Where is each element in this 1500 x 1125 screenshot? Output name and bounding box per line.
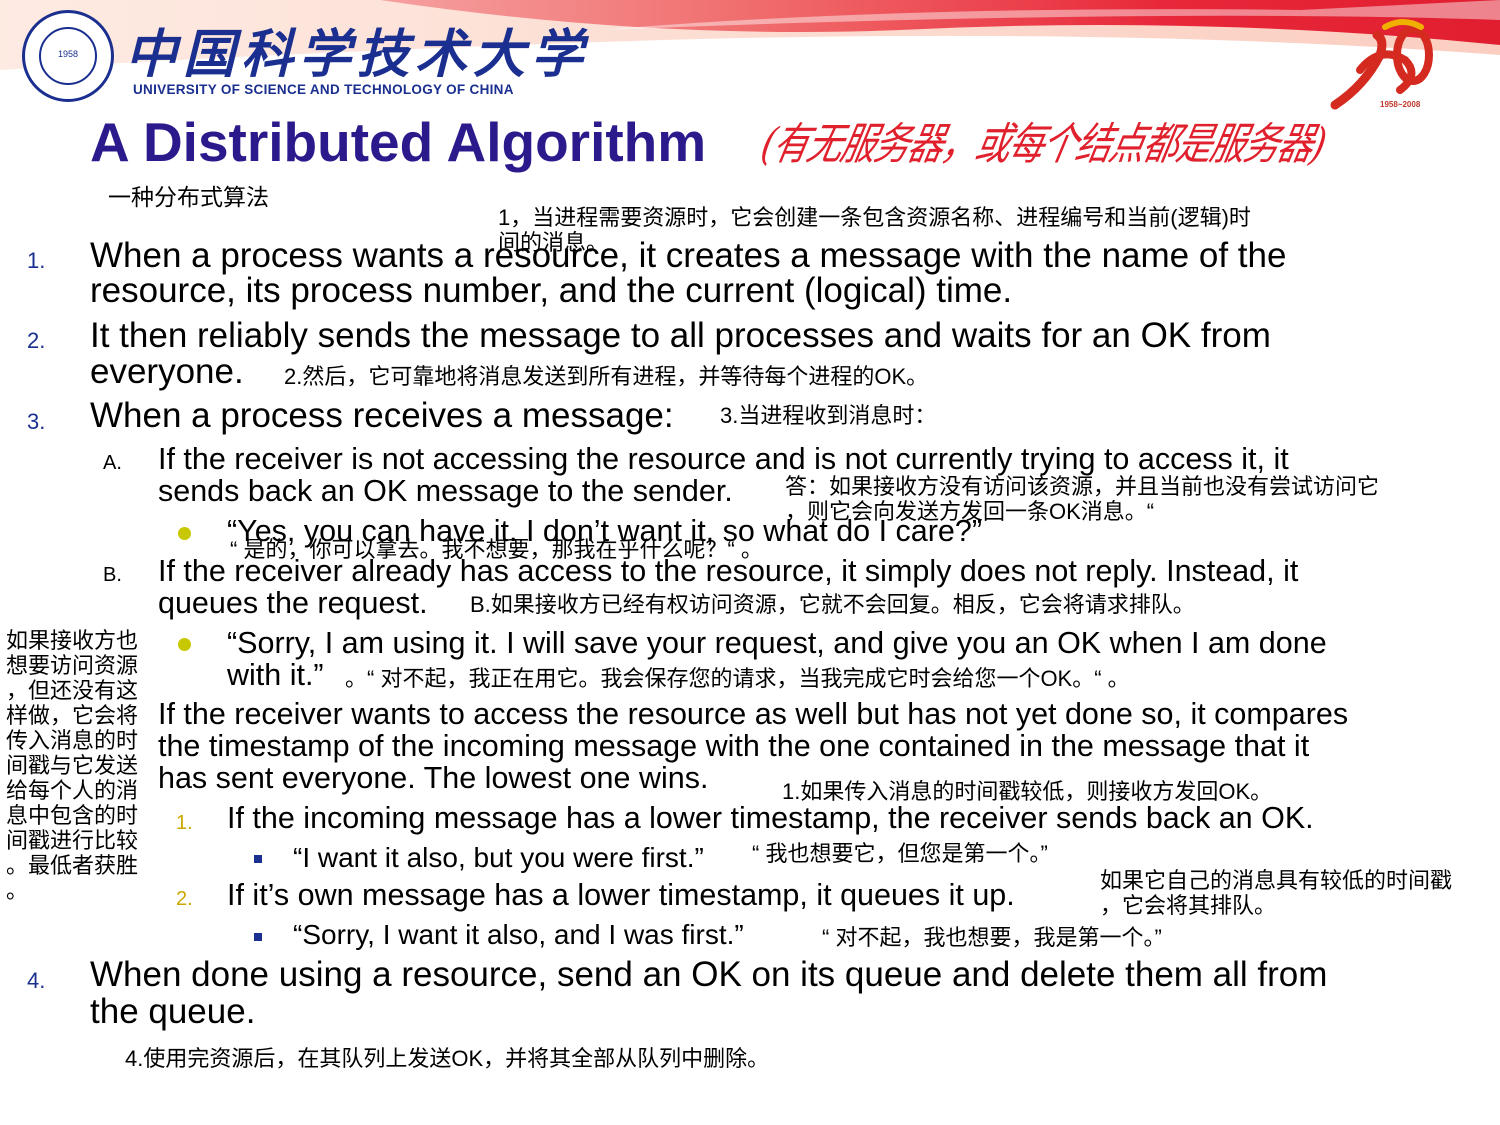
step3c1-number: 1.: [176, 812, 193, 834]
step3a-note-cn-line1: 答：如果接收方没有访问该资源，并且当前也没有尝试访问它: [785, 474, 1380, 499]
left-note-line: 。最低者获胜: [6, 853, 139, 878]
step2-number: 2.: [27, 328, 46, 353]
step4-line2: the queue.: [90, 992, 256, 1031]
step3b-quote-line1: “Sorry, I am using it. I will save your …: [227, 626, 1327, 660]
step3a-line1: If the receiver is not accessing the res…: [158, 442, 1289, 476]
step3c2-note-cn-line2: ，它会将其排队。: [1100, 893, 1277, 918]
logo-inner-ring: 1958: [39, 27, 97, 85]
bullet-dot: [178, 638, 191, 651]
step3c1-quote: “I want it also, but you were first.”: [293, 842, 704, 873]
left-note-line: 传入消息的时: [6, 728, 139, 753]
step1-number: 1.: [27, 248, 46, 273]
step3c2-quote: “Sorry, I want it also, and I was first.…: [293, 919, 744, 950]
left-note-line: ，但还没有这: [6, 678, 139, 703]
logo-year: 1958: [57, 49, 79, 59]
bullet-dot: [178, 527, 191, 540]
step2-note-cn: 2.然后，它可靠地将消息发送到所有进程，并等待每个进程的OK。: [284, 364, 929, 389]
bullet-square: [254, 933, 262, 941]
left-note-line: 。: [6, 878, 29, 903]
step3-number: 3.: [27, 409, 46, 434]
subtitle-cn: 一种分布式算法: [108, 184, 269, 210]
step4-number: 4.: [27, 968, 46, 993]
slide-title: A Distributed Algorithm: [90, 111, 707, 173]
step1-note-cn-line1: 1，当进程需要资源时，它会创建一条包含资源名称、进程编号和当前(逻辑)时: [498, 205, 1251, 230]
step3c-line2: the timestamp of the incoming message wi…: [158, 729, 1310, 763]
step2-line2: everyone.: [90, 352, 244, 391]
step4-line1: When done using a resource, send an OK o…: [90, 955, 1328, 994]
step3a-line2: sends back an OK message to the sender.: [158, 474, 733, 508]
step1-line2: resource, its process number, and the cu…: [90, 271, 1013, 310]
step3c-left-note-cn: 如果接收方也 想要访问资源 ，但还没有这 样做，它会将 传入消息的时 间戳与它发…: [6, 628, 138, 903]
step3b-label: B.: [103, 564, 122, 586]
left-note-line: 给每个人的消: [6, 778, 139, 803]
university-name-cn: 中国科学技术大学: [125, 24, 590, 85]
step3c-line3: has sent everyone. The lowest one wins.: [158, 761, 709, 795]
handwritten-note: (有无服务器，或每个结点都是服务器): [756, 119, 1330, 170]
university-name-en: UNIVERSITY OF SCIENCE AND TECHNOLOGY OF …: [133, 82, 514, 97]
step4-note-cn: 4.使用完资源后，在其队列上发送OK，并将其全部从队列中删除。: [125, 1046, 770, 1071]
step3c2-note-cn-line1: 如果它自己的消息具有较低的时间戳: [1100, 868, 1453, 893]
bullet-square: [254, 855, 262, 863]
university-logo: 1958: [22, 10, 114, 102]
step1-line1: When a process wants a resource, it crea…: [90, 236, 1287, 275]
step3c1-quote-cn: “ 我也想要它，但您是第一个。”: [752, 841, 1048, 866]
left-note-line: 样做，它会将: [6, 703, 139, 728]
left-note-line: 息中包含的时: [6, 803, 139, 828]
left-note-line: 间戳进行比较: [6, 828, 139, 853]
step3b-line2: queues the request.: [158, 586, 428, 620]
step3-line1: When a process receives a message:: [90, 396, 674, 435]
step3c2-quote-cn: “ 对不起，我也想要，我是第一个。”: [822, 925, 1162, 950]
left-note-line: 想要访问资源: [6, 653, 139, 678]
step3c1-line: If the incoming message has a lower time…: [227, 801, 1314, 835]
step3c2-number: 2.: [176, 888, 193, 910]
step2-line1: It then reliably sends the message to al…: [90, 316, 1271, 355]
step3c2-line: If it’s own message has a lower timestam…: [227, 878, 1015, 912]
step3b-quote-cn: 。“ 对不起，我正在用它。我会保存您的请求，当我完成它时会给您一个OK。“ 。: [345, 666, 1130, 691]
left-note-line: 间戳与它发送: [6, 753, 139, 778]
step3b-note-cn: B.如果接收方已经有权访问资源，它就不会回复。相反，它会将请求排队。: [470, 592, 1195, 617]
left-note-line: 如果接收方也: [6, 628, 139, 653]
step3b-line1: If the receiver already has access to th…: [158, 554, 1299, 588]
anniversary-years: 1958~2008: [1380, 100, 1421, 109]
step3b-quote-line2: with it.”: [227, 658, 324, 692]
step3a-label: A.: [103, 452, 122, 474]
step3-note-cn: 3.当进程收到消息时：: [720, 403, 937, 428]
step3c-line1: If the receiver wants to access the reso…: [158, 697, 1349, 731]
